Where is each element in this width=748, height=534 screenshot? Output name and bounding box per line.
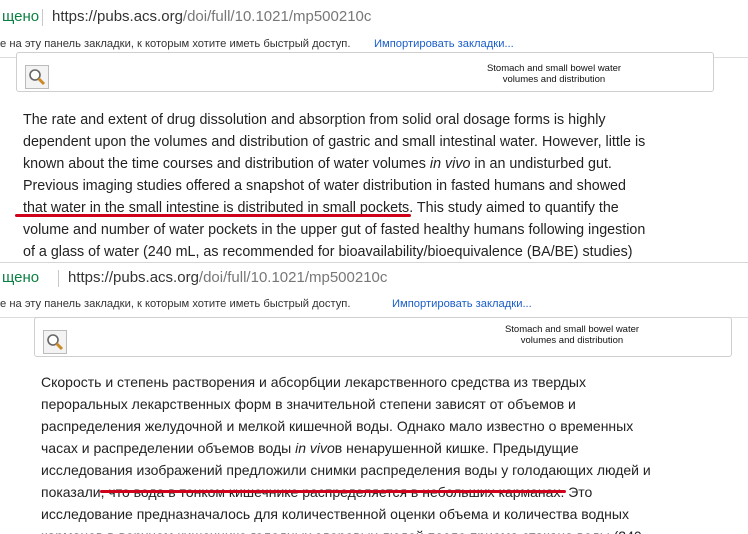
url-host: https://pubs.acs.org xyxy=(68,269,199,286)
address-bar[interactable]: щено https://pubs.acs.org/doi/full/10.10… xyxy=(0,0,748,33)
article-content: Stomach and small bowel water volumes an… xyxy=(16,52,714,262)
bookmarks-hint: е на эту панель закладки, к которым хоти… xyxy=(0,298,351,310)
red-underline xyxy=(100,490,566,493)
abstract-text: Скорость и степень растворения и абсорбц… xyxy=(41,371,659,534)
figure-caption-line2: volumes and distribution xyxy=(502,74,606,85)
figure-caption-line2: volumes and distribution xyxy=(520,335,624,346)
magnifier-icon[interactable] xyxy=(43,330,67,354)
import-bookmarks-link[interactable]: Импортировать закладки... xyxy=(374,38,514,50)
url-text[interactable]: https://pubs.acs.org/doi/full/10.1021/mp… xyxy=(68,269,387,286)
figure-frame: Stomach and small bowel water volumes an… xyxy=(16,52,714,92)
abstract-italic: in vivo xyxy=(295,440,335,456)
secure-label: щено xyxy=(2,269,40,286)
bookmarks-hint: е на эту панель закладки, к которым хоти… xyxy=(0,38,351,50)
abstract-text: The rate and extent of drug dissolution … xyxy=(23,109,651,262)
figure-caption-line1: Stomach and small bowel water xyxy=(486,63,622,74)
url-host: https://pubs.acs.org xyxy=(52,8,183,25)
address-separator xyxy=(58,270,59,287)
magnifier-icon[interactable] xyxy=(25,65,49,89)
figure-frame: Stomach and small bowel water volumes an… xyxy=(34,317,732,357)
address-bar[interactable]: щено https://pubs.acs.org/doi/full/10.10… xyxy=(0,263,748,296)
secure-label: щено xyxy=(2,8,40,25)
figure-caption-line1: Stomach and small bowel water xyxy=(504,324,640,335)
url-text[interactable]: https://pubs.acs.org/doi/full/10.1021/mp… xyxy=(52,8,371,25)
url-path: /doi/full/10.1021/mp500210c xyxy=(182,8,372,25)
bookmarks-bar: е на эту панель закладки, к которым хоти… xyxy=(0,293,748,318)
url-path: /doi/full/10.1021/mp500210c xyxy=(198,269,388,286)
figure-caption: Stomach and small bowel water volumes an… xyxy=(467,324,677,346)
figure-caption: Stomach and small bowel water volumes an… xyxy=(449,63,659,85)
english-screenshot: щено https://pubs.acs.org/doi/full/10.10… xyxy=(0,0,748,262)
import-bookmarks-link[interactable]: Импортировать закладки... xyxy=(392,298,532,310)
abstract-italic: in vivo xyxy=(429,156,471,172)
address-separator xyxy=(42,9,43,26)
russian-screenshot: щено https://pubs.acs.org/doi/full/10.10… xyxy=(0,263,748,534)
red-underline xyxy=(15,214,411,217)
article-content: Stomach and small bowel water volumes an… xyxy=(34,317,732,534)
